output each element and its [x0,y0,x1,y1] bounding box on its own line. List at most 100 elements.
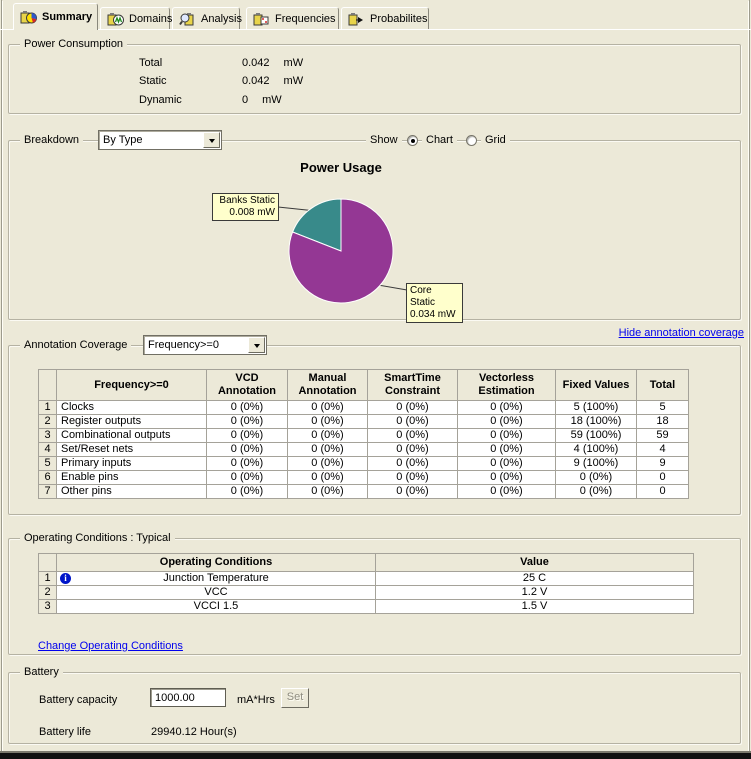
manual-cell: 0 (0%) [288,401,368,415]
tab-label: Analysis [201,13,242,25]
breakdown-type-select[interactable]: By Type [98,130,222,150]
tab-analysis[interactable]: Analysis [172,7,240,30]
total-cell: 5 [637,401,689,415]
vcd-cell: 0 (0%) [207,471,288,485]
smarttime-cell: 0 (0%) [368,401,458,415]
pie-chart-title: Power Usage [251,160,431,175]
smarttime-cell: 0 (0%) [368,429,458,443]
value-cell: 25 C [376,572,694,586]
vcd-cell: 0 (0%) [207,429,288,443]
fixed-values-cell: 0 (0%) [556,485,637,499]
fixed-values-cell: 59 (100%) [556,429,637,443]
chevron-down-icon [209,139,215,146]
total-cell: 4 [637,443,689,457]
vectorless-cell: 0 (0%) [458,471,556,485]
net-type-cell: Set/Reset nets [57,443,207,457]
header-vectorless-estimation: Vectorless Estimation [458,370,556,401]
vectorless-cell: 0 (0%) [458,457,556,471]
summary-tab-icon [20,10,38,24]
value-cell: 1.2 V [376,586,694,600]
smarttime-cell: 0 (0%) [368,485,458,499]
power-row-total: Total 0.042 mW [139,57,303,69]
table-row: 1 Clocks 0 (0%) 0 (0%) 0 (0%) 0 (0%) 5 (… [39,401,689,415]
annotation-header-row: Frequency>=0 VCD Annotation Manual Annot… [39,370,689,401]
tab-label: Summary [42,11,92,23]
banks-static-callout: Banks Static 0.008 mW [212,193,279,221]
annotation-filter-value: Frequency>=0 [144,339,248,351]
window-frame-left-highlight [2,1,3,751]
window-frame-bottom [0,751,751,759]
table-row: 7 Other pins 0 (0%) 0 (0%) 0 (0%) 0 (0%)… [39,485,689,499]
tab-label: Probabilites [370,13,427,25]
vectorless-cell: 0 (0%) [458,443,556,457]
row-number: 1 [39,401,57,415]
smarttime-cell: 0 (0%) [368,457,458,471]
power-row-dynamic: Dynamic 0 mW [139,94,282,106]
manual-cell: 0 (0%) [288,443,368,457]
breakdown-type-value: By Type [99,134,203,146]
vcd-cell: 0 (0%) [207,415,288,429]
operating-header-row: Operating Conditions Value [39,554,694,572]
header-frequency: Frequency>=0 [57,370,207,401]
show-chart-radio[interactable] [407,135,418,146]
domains-tab-icon [107,12,125,26]
tab-probabilites[interactable]: Probabilites [341,7,429,30]
smarttime-cell: 0 (0%) [368,443,458,457]
power-dynamic-unit: mW [262,94,282,106]
probabilities-tab-icon [348,12,366,26]
manual-cell: 0 (0%) [288,429,368,443]
annotation-filter-dropdown-button[interactable] [248,337,265,353]
net-type-cell: Register outputs [57,415,207,429]
table-row: 3 VCCI 1.5 1.5 V [39,600,694,614]
breakdown-type-dropdown-button[interactable] [203,132,220,148]
core-static-value: 0.034 mW [410,309,459,321]
net-type-cell: Other pins [57,485,207,499]
condition-cell: Junction Temperature [57,572,376,586]
row-number: 2 [39,415,57,429]
battery-capacity-input[interactable] [150,688,226,707]
chevron-down-icon [254,344,260,351]
table-row: 2 VCC 1.2 V [39,586,694,600]
hide-annotation-coverage-link[interactable]: Hide annotation coverage [619,327,744,339]
smartpower-summary-window: { "tabs": [ { "label": "Summary", "icon"… [0,0,751,759]
fixed-values-cell: 18 (100%) [556,415,637,429]
power-total-label: Total [139,57,242,69]
power-static-value: 0.042 [242,75,270,87]
table-row: 4 Set/Reset nets 0 (0%) 0 (0%) 0 (0%) 0 … [39,443,689,457]
change-operating-conditions-link[interactable]: Change Operating Conditions [38,640,183,652]
show-grid-radio[interactable] [466,135,477,146]
fixed-values-cell: 4 (100%) [556,443,637,457]
battery-capacity-label: Battery capacity [39,694,117,706]
header-operating-conditions: Operating Conditions [57,554,376,572]
set-button[interactable]: Set [281,688,309,708]
header-rownum [39,554,57,572]
fixed-values-cell: 0 (0%) [556,471,637,485]
vcd-cell: 0 (0%) [207,443,288,457]
row-number: 5 [39,457,57,471]
row-number: 1 [39,572,57,586]
core-static-label: Core Static [410,285,459,309]
power-static-unit: mW [284,75,304,87]
battery-life-label: Battery life [39,726,91,738]
vectorless-cell: 0 (0%) [458,485,556,499]
window-frame-right [749,0,750,751]
annotation-filter-select[interactable]: Frequency>=0 [143,335,267,355]
vectorless-cell: 0 (0%) [458,415,556,429]
header-fixed-values: Fixed Values [556,370,637,401]
header-value: Value [376,554,694,572]
battery-title: Battery [20,666,63,678]
tab-summary[interactable]: Summary [13,3,98,30]
table-row: 6 Enable pins 0 (0%) 0 (0%) 0 (0%) 0 (0%… [39,471,689,485]
manual-cell: 0 (0%) [288,457,368,471]
operating-conditions-title: Operating Conditions : Typical [20,532,175,544]
net-type-cell: Primary inputs [57,457,207,471]
table-row: 5 Primary inputs 0 (0%) 0 (0%) 0 (0%) 0 … [39,457,689,471]
table-row: 2 Register outputs 0 (0%) 0 (0%) 0 (0%) … [39,415,689,429]
net-type-cell: Clocks [57,401,207,415]
manual-cell: 0 (0%) [288,415,368,429]
tab-domains[interactable]: Domains [100,7,170,30]
tab-frequencies[interactable]: Frequencies [246,7,339,30]
total-cell: 0 [637,471,689,485]
panel-top-edge [0,29,751,30]
total-cell: 18 [637,415,689,429]
